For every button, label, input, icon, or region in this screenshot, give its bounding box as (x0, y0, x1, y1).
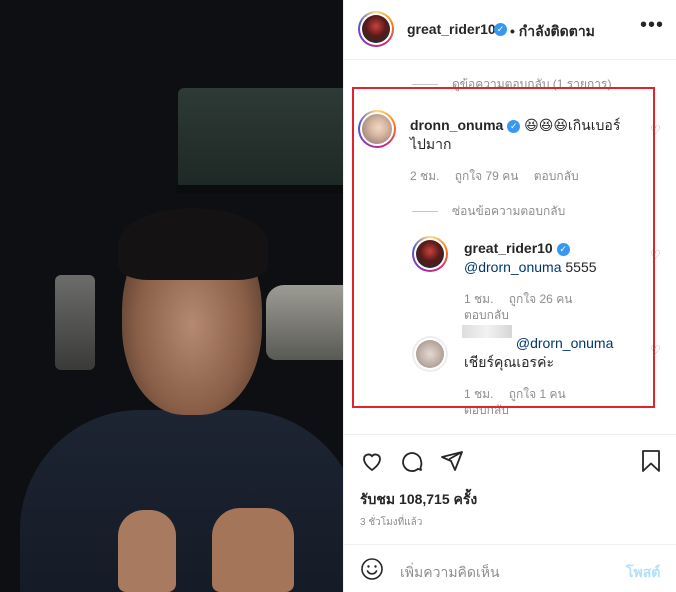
comments-list: ดูข้อความตอบกลับ (1 รายการ) dronn_onuma … (344, 61, 676, 433)
reply-likes[interactable]: ถูกใจ 26 คน (509, 292, 573, 306)
reply-meta-1: 1 ชม. ถูกใจ 26 คน ตอบกลับ (464, 291, 644, 323)
commenter-avatar[interactable] (358, 110, 396, 148)
post-header: great_rider10 ✓ • กำลังติดตาม ••• (344, 0, 676, 60)
like-icon[interactable] (360, 449, 384, 473)
post-panel: great_rider10 ✓ • กำลังติดตาม ••• ดูข้อค… (343, 0, 676, 592)
reply-avatar-blurred[interactable] (412, 336, 448, 372)
reply-reply-button[interactable]: ตอบกลับ (464, 403, 509, 417)
comment-input[interactable]: เพิ่มความคิดเห็น (400, 562, 500, 584)
reply-avatar[interactable] (412, 236, 448, 272)
video-person-hair (118, 208, 268, 280)
post-actions: รับชม 108,715 ครั้ง 3 ชั่วโมงที่แล้ว (344, 434, 676, 544)
comment-time: 2 ชม. (410, 169, 440, 183)
video-window-left (55, 275, 95, 370)
comment-text-2: ไปมาก (410, 136, 452, 152)
reply-text: เชียร์คุณเอรค่ะ (464, 354, 554, 370)
hide-replies-label: ซ่อนข้อความตอบกลับ (452, 204, 566, 218)
view-replies-link[interactable]: ดูข้อความตอบกลับ (1 รายการ) (412, 75, 611, 94)
comment-main: dronn_onuma ✓ 😆😆😆เกินเบอร์ ไปมาก (410, 116, 638, 154)
video-person-shirt (20, 410, 343, 592)
reply-likes[interactable]: ถูกใจ 1 คน (509, 387, 566, 401)
video-sunroof-frame (176, 185, 343, 193)
commenter-username[interactable]: dronn_onuma (410, 117, 503, 133)
author-avatar[interactable] (358, 11, 394, 47)
like-heart-icon[interactable]: ♡ (650, 248, 661, 262)
reply-username[interactable]: great_rider10 (464, 240, 553, 256)
reply-reply-button[interactable]: ตอบกลับ (464, 308, 509, 322)
reply-time: 1 ชม. (464, 292, 494, 306)
comment-likes[interactable]: ถูกใจ 79 คน (455, 169, 519, 183)
comment-meta: 2 ชม. ถูกใจ 79 คน ตอบกลับ (410, 167, 591, 186)
comment-text-1: เกินเบอร์ (567, 117, 621, 133)
post-button[interactable]: โพสต์ (626, 562, 660, 584)
reply-mention[interactable]: @drorn_onuma (464, 259, 562, 275)
like-heart-icon[interactable]: ♡ (650, 123, 661, 137)
emoji-icon[interactable] (360, 557, 384, 581)
comment-reply-button[interactable]: ตอบกลับ (534, 169, 579, 183)
video-window-right (266, 285, 343, 360)
reply-time: 1 ชม. (464, 387, 494, 401)
reply-comment-1: great_rider10 ✓ @drorn_onuma 5555 (464, 239, 644, 277)
follow-status[interactable]: • กำลังติดตาม (510, 21, 595, 43)
share-icon[interactable] (440, 449, 464, 473)
view-replies-label: ดูข้อความตอบกลับ (1 รายการ) (452, 77, 612, 91)
video-person-hand-left (118, 510, 176, 592)
post-time: 3 ชั่วโมงที่แล้ว (360, 517, 423, 528)
save-icon[interactable] (640, 449, 662, 473)
verified-icon: ✓ (494, 23, 507, 36)
video-person-hand-right (212, 508, 294, 592)
video-sunroof (178, 88, 343, 193)
reply-text: 5555 (561, 259, 597, 275)
author-username[interactable]: great_rider10 (407, 21, 496, 37)
reply-meta-2: 1 ชม. ถูกใจ 1 คน ตอบกลับ (464, 386, 644, 418)
comment-icon[interactable] (400, 449, 424, 473)
hide-replies-link[interactable]: ซ่อนข้อความตอบกลับ (412, 202, 565, 221)
verified-icon: ✓ (507, 119, 521, 133)
reply-comment-2: @drorn_onuma เชียร์คุณเอรค่ะ (464, 334, 654, 372)
view-count[interactable]: รับชม 108,715 ครั้ง (360, 489, 477, 511)
like-heart-icon[interactable]: ♡ (650, 343, 661, 357)
comment-emoji: 😆😆😆 (524, 117, 568, 133)
add-comment-bar: เพิ่มความคิดเห็น โพสต์ (344, 544, 676, 592)
video-player[interactable] (0, 0, 343, 592)
reply-mention[interactable]: @drorn_onuma (516, 335, 614, 351)
verified-icon: ✓ (556, 242, 570, 256)
more-options-icon[interactable]: ••• (640, 14, 664, 37)
